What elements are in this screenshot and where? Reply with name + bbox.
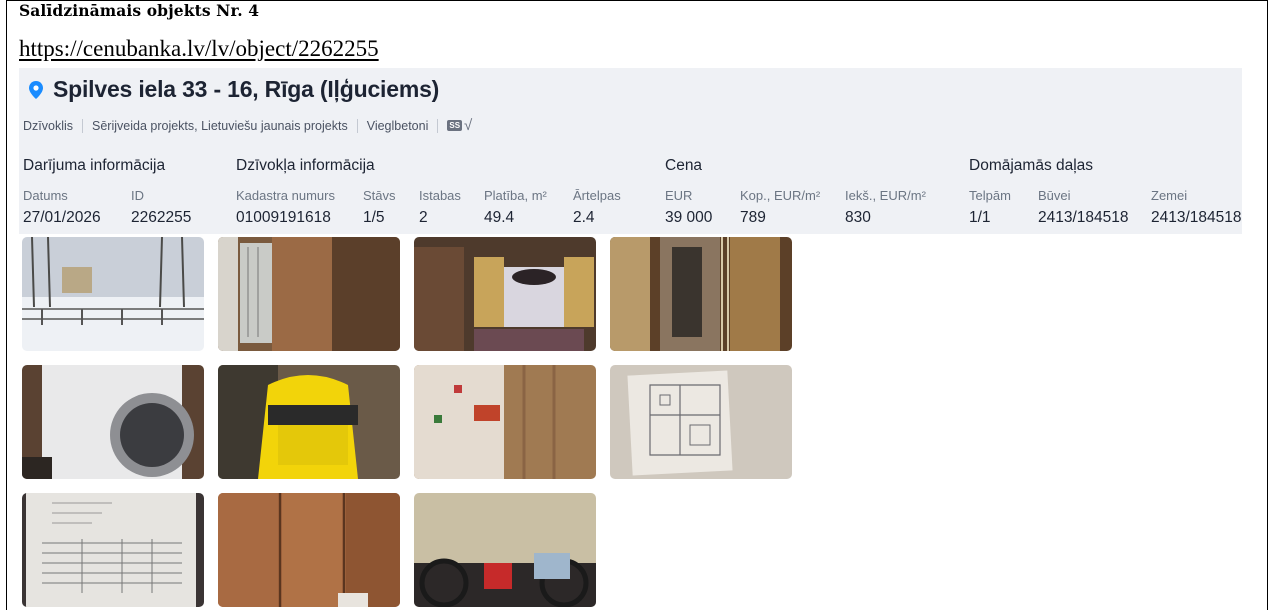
- value-eur: 39 000: [665, 209, 713, 226]
- value-floor: 1/5: [363, 209, 385, 226]
- section-apartment: Dzīvokļa informācija: [236, 157, 375, 174]
- photo-thumbnail[interactable]: [610, 237, 792, 351]
- tag-material: Vieglbetoni: [366, 118, 429, 133]
- value-cadastre: 01009191618: [236, 209, 331, 226]
- label-floor: Stāvs: [363, 188, 396, 203]
- label-building: Būvei: [1038, 188, 1071, 203]
- photo-thumbnail[interactable]: [22, 493, 204, 607]
- photo-thumbnail[interactable]: [414, 493, 596, 607]
- location-pin-icon: [29, 80, 43, 99]
- photo-thumbnail[interactable]: [22, 365, 204, 479]
- value-area: 49.4: [484, 209, 515, 226]
- checkmark-icon: √: [464, 117, 473, 134]
- tag-project: Sērijveida projekts, Lietuviešu jaunais …: [92, 118, 348, 133]
- address-heading: Spilves iela 33 - 16, Rīga (Iļģuciems): [53, 76, 440, 102]
- photo-thumbnail[interactable]: [414, 237, 596, 351]
- label-inner-per-m2: Iekš., EUR/m²: [845, 188, 926, 203]
- tag-divider: [356, 118, 358, 133]
- value-total-per-m2: 789: [740, 209, 766, 226]
- value-premises: 1/1: [969, 209, 991, 226]
- value-rooms: 2: [419, 209, 428, 226]
- value-id: 2262255: [131, 209, 192, 226]
- photo-thumbnail[interactable]: [218, 237, 400, 351]
- tag-row: Dzīvoklis Sērijveida projekts, Lietuvieš…: [23, 117, 472, 134]
- label-outdoor-area: Ārtelpas: [573, 188, 621, 203]
- photo-thumbnail[interactable]: [610, 365, 792, 479]
- value-land: 2413/184518: [1151, 209, 1242, 226]
- label-cadastre: Kadastra numurs: [236, 188, 335, 203]
- photo-thumbnail[interactable]: [218, 365, 400, 479]
- value-inner-per-m2: 830: [845, 209, 871, 226]
- label-rooms: Istabas: [419, 188, 461, 203]
- section-shares: Domājamās daļas: [969, 157, 1094, 174]
- value-date: 27/01/2026: [23, 209, 101, 226]
- ss-badge: SS: [447, 120, 463, 131]
- value-outdoor-area: 2.4: [573, 209, 595, 226]
- label-id: ID: [131, 188, 144, 203]
- label-date: Datums: [23, 188, 68, 203]
- section-deal: Darījuma informācija: [23, 157, 166, 174]
- label-total-per-m2: Kop., EUR/m²: [740, 188, 821, 203]
- tag-divider: [82, 118, 84, 133]
- tag-divider: [437, 118, 439, 133]
- listing-panel: Spilves iela 33 - 16, Rīga (Iļģuciems) D…: [19, 68, 1242, 234]
- label-area: Platība, m²: [484, 188, 547, 203]
- tag-type: Dzīvoklis: [23, 118, 74, 133]
- label-eur: EUR: [665, 188, 693, 203]
- value-building: 2413/184518: [1038, 209, 1129, 226]
- label-premises: Telpām: [969, 188, 1011, 203]
- object-link[interactable]: https://cenubanka.lv/lv/object/2262255: [19, 36, 379, 62]
- photo-thumbnail[interactable]: [22, 237, 204, 351]
- document-title: Salīdzināmais objekts Nr. 4: [19, 1, 260, 20]
- address-row: Spilves iela 33 - 16, Rīga (Iļģuciems): [29, 76, 439, 103]
- section-price: Cena: [665, 157, 703, 174]
- photo-thumbnail[interactable]: [414, 365, 596, 479]
- photo-thumbnail[interactable]: [218, 493, 400, 607]
- label-land: Zemei: [1151, 188, 1188, 203]
